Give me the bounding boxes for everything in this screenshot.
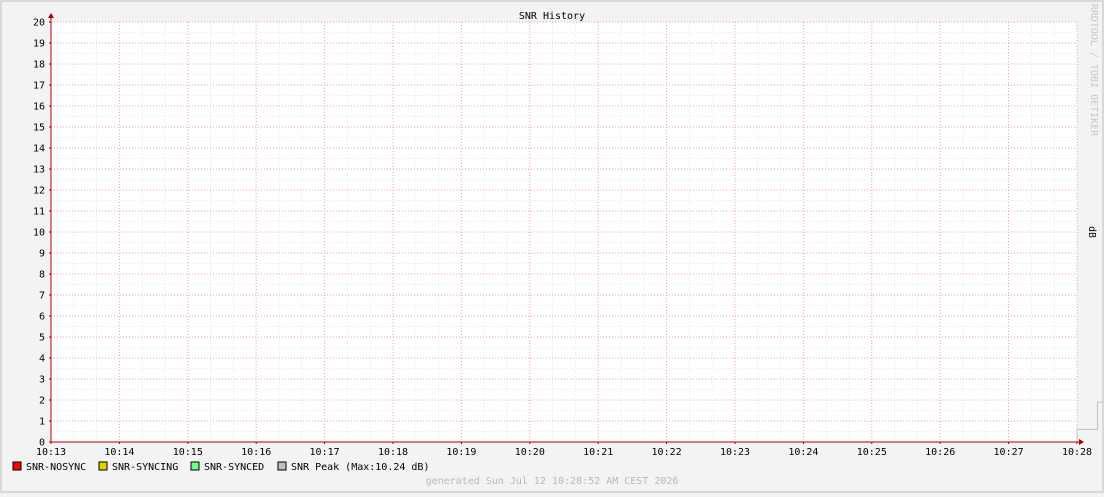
y-axis-unit: dB: [1086, 226, 1097, 238]
x-tick-label: 10:18: [378, 447, 408, 458]
x-tick-label: 10:17: [310, 447, 340, 458]
y-tick-label: 7: [39, 291, 45, 302]
legend-swatch: [190, 461, 200, 471]
y-tick-label: 16: [33, 102, 45, 113]
y-tick-label: 1: [39, 417, 45, 428]
x-tick-label: 10:20: [515, 447, 545, 458]
x-tick-label: 10:28: [1062, 447, 1092, 458]
x-tick-label: 10:22: [652, 447, 682, 458]
x-tick-label: 10:27: [994, 447, 1024, 458]
y-tick-label: 19: [33, 39, 45, 50]
y-tick-label: 2: [39, 396, 45, 407]
generated-footer: generated Sun Jul 12 10:28:52 AM CEST 20…: [426, 476, 679, 487]
y-tick-label: 17: [33, 81, 45, 92]
x-tick-label: 10:16: [241, 447, 271, 458]
legend-label: SNR-SYNCED: [204, 462, 264, 473]
legend-swatch: [12, 461, 22, 471]
y-tick-label: 3: [39, 375, 45, 386]
y-tick-label: 6: [39, 312, 45, 323]
x-tick-label: 10:21: [583, 447, 613, 458]
y-tick-label: 18: [33, 60, 45, 71]
chart-title: SNR History: [519, 11, 585, 22]
y-tick-label: 20: [33, 18, 45, 29]
legend-label: SNR Peak (Max:10.24 dB): [291, 462, 429, 473]
watermark: RRDTOOL / TOBI OETIKER: [1088, 4, 1099, 137]
y-tick-label: 9: [39, 249, 45, 260]
chart-canvas: 0123456789101112131415161718192010:13 10:…: [0, 0, 1104, 493]
y-tick-label: 8: [39, 270, 45, 281]
y-tick-label: 12: [33, 186, 45, 197]
x-tick-label: 10:14: [104, 447, 134, 458]
x-tick-label: 10:23: [720, 447, 750, 458]
snr-chart: 0 1 2 3 4 5 6 7 8 9 10 11 12 13 14 15 16 17 18 19 20 10:13 10:…: [0, 0, 1104, 493]
y-tick-label: 15: [33, 123, 45, 134]
legend-label: SNR-SYNCING: [112, 462, 178, 473]
y-tick-label: 13: [33, 165, 45, 176]
legend: SNR-NOSYNC SNR-SYNCING SNR-SYNCED SNR Peak …: [12, 461, 429, 473]
x-tick-label: 10:26: [925, 447, 955, 458]
x-tick-label: 10:24: [788, 447, 818, 458]
legend-swatch: [277, 461, 287, 471]
y-tick-label: 4: [39, 354, 45, 365]
legend-swatch: [98, 461, 108, 471]
y-tick-label: 10: [33, 228, 45, 239]
legend-label: SNR-NOSYNC: [26, 462, 86, 473]
x-tick-label: 10:15: [173, 447, 203, 458]
y-tick-label: 14: [33, 144, 45, 155]
y-tick-label: 5: [39, 333, 45, 344]
x-tick-label: 10:13: [36, 447, 66, 458]
x-tick-label: 10:25: [857, 447, 887, 458]
x-tick-label: 10:19: [446, 447, 476, 458]
y-tick-label: 11: [33, 207, 45, 218]
